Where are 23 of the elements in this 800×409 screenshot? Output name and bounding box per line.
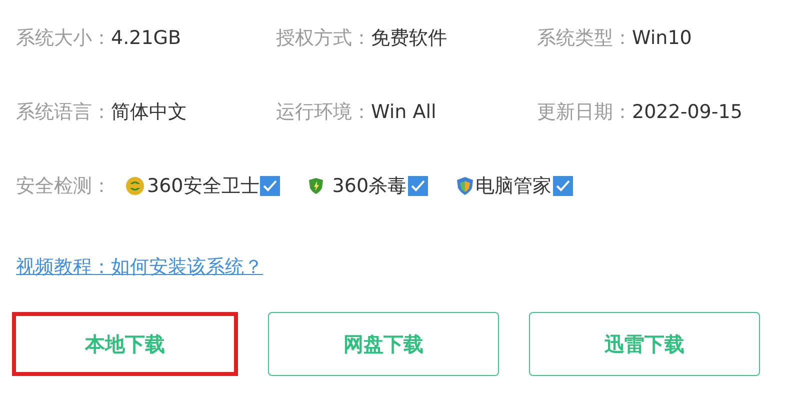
- info-value: 2022-09-15: [632, 100, 742, 125]
- info-value: 简体中文: [111, 100, 187, 125]
- info-label: 更新日期：: [537, 100, 632, 125]
- security-name: 电脑管家: [476, 174, 552, 199]
- info-label: 运行环境：: [276, 100, 371, 125]
- download-button[interactable]: 迅雷下载: [529, 312, 760, 376]
- ball-icon: [125, 176, 145, 196]
- info-label: 系统类型：: [537, 26, 632, 51]
- security-name: 360杀毒: [332, 174, 407, 199]
- tutorial-link[interactable]: 视频教程：如何安装该系统？: [16, 254, 263, 280]
- info-label: 授权方式：: [276, 26, 371, 51]
- info-value: 4.21GB: [111, 26, 182, 51]
- info-value: 免费软件: [371, 26, 447, 51]
- security-name: 360安全卫士: [147, 174, 260, 199]
- security-label: 安全检测：: [16, 174, 111, 199]
- info-value: Win10: [632, 26, 692, 51]
- download-button[interactable]: 网盘下载: [268, 312, 499, 376]
- download-button[interactable]: 本地下载: [12, 312, 238, 376]
- shield-icon: [456, 176, 474, 196]
- info-label: 系统语言：: [16, 100, 111, 125]
- info-value: Win All: [371, 100, 436, 125]
- shield-icon: [308, 177, 324, 195]
- info-label: 系统大小：: [16, 26, 111, 51]
